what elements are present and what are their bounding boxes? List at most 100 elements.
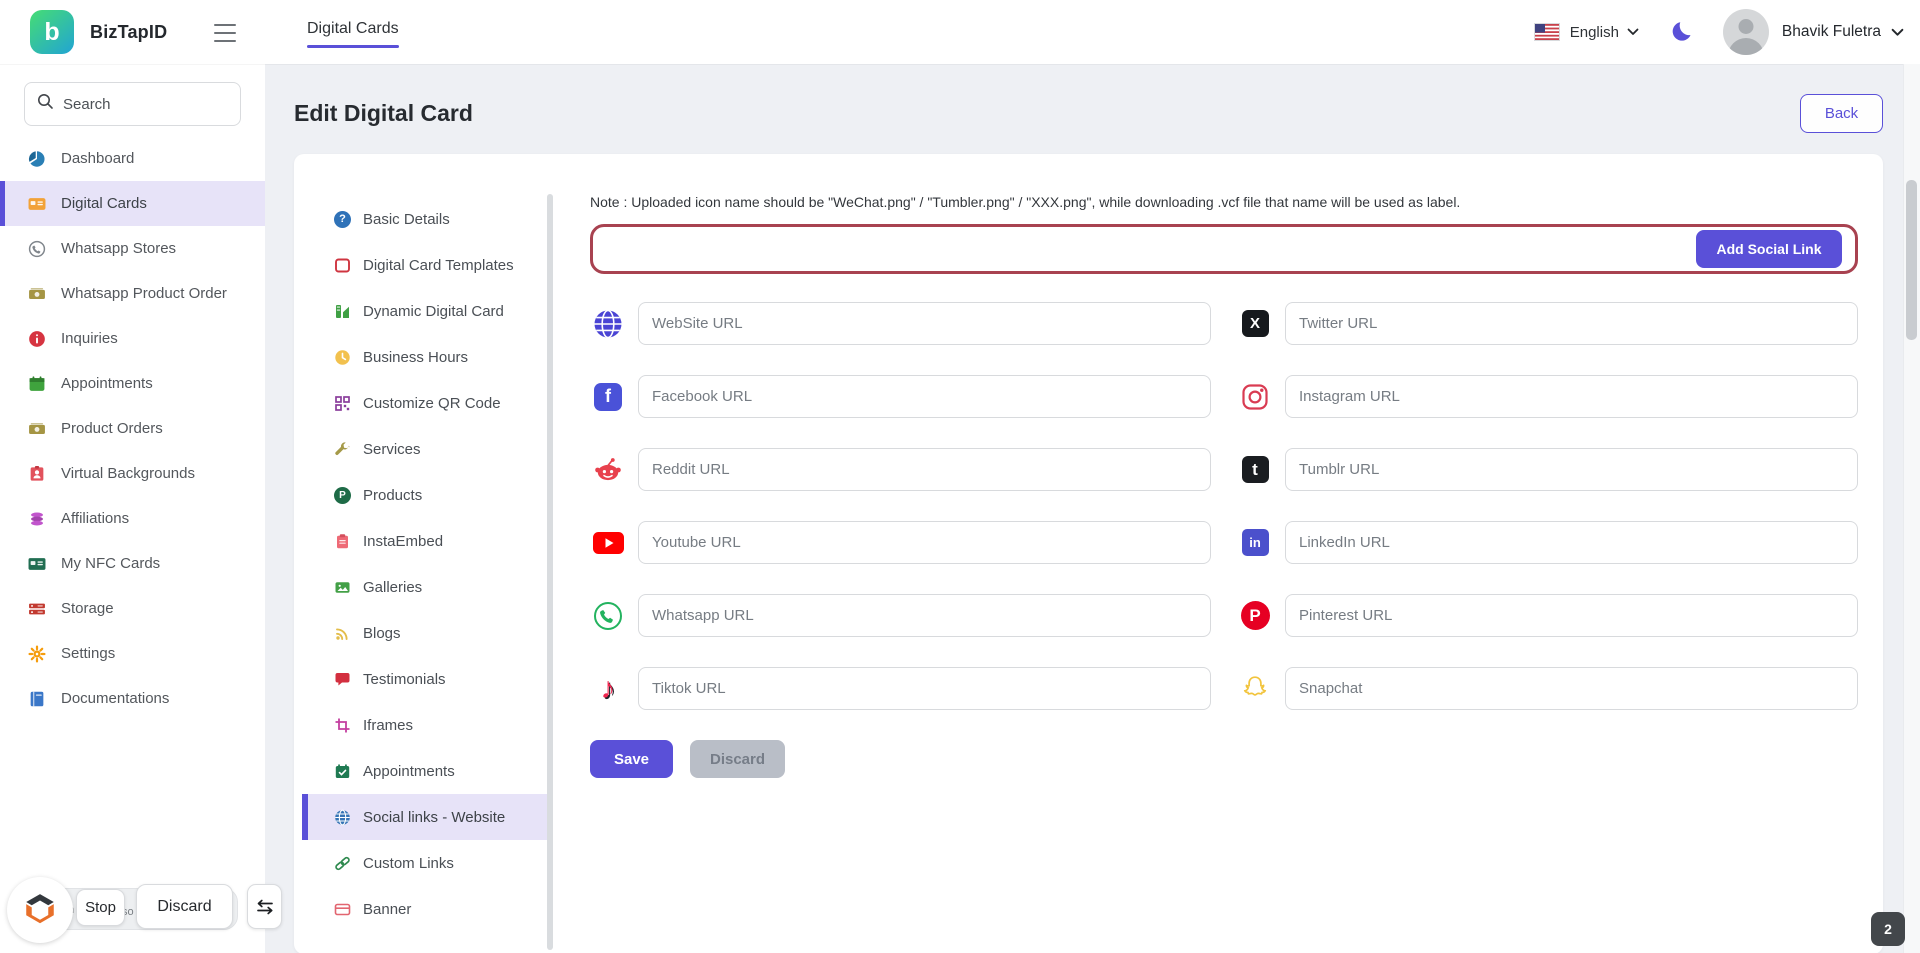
globe-icon (590, 309, 626, 339)
search-input[interactable] (63, 96, 228, 113)
x-twitter-icon: X (1237, 310, 1273, 337)
clock-icon (334, 349, 351, 366)
sidebar-item-label: Virtual Backgrounds (61, 465, 195, 482)
biztapid-logo-icon: b (30, 10, 74, 54)
tab-iframes[interactable]: Iframes (294, 702, 547, 748)
sidebar-item-digital-cards[interactable]: Digital Cards (0, 181, 265, 226)
editor-nav-label: Digital Card Templates (363, 257, 514, 274)
cash-icon (28, 285, 46, 303)
tumblr-icon: t (1237, 456, 1273, 483)
tab-galleries[interactable]: Galleries (294, 564, 547, 610)
whatsapp-url-input[interactable] (638, 594, 1211, 637)
tab-testimonials[interactable]: Testimonials (294, 656, 547, 702)
brand-name: BizTapID (90, 22, 167, 43)
editor-nav-label: Banner (363, 901, 411, 918)
instagram-url-input[interactable] (1285, 375, 1858, 418)
sidebar-item-storage[interactable]: Storage (0, 586, 265, 631)
snapchat-input[interactable] (1285, 667, 1858, 710)
twitter-url-input[interactable] (1285, 302, 1858, 345)
tab-products[interactable]: P Products (294, 472, 547, 518)
pinterest-url-input[interactable] (1285, 594, 1858, 637)
chat-bubble-icon (334, 671, 351, 688)
tab-services[interactable]: Services (294, 426, 547, 472)
recorder-logo-icon[interactable] (7, 877, 73, 943)
sidebar-item-label: Inquiries (61, 330, 118, 347)
tab-business-hours[interactable]: Business Hours (294, 334, 547, 380)
overlay-discard-button[interactable]: Discard (136, 884, 233, 929)
header-right-cluster: English Bhavik Fuletra (1534, 0, 1904, 64)
page-scrollbar-track[interactable] (1903, 64, 1920, 953)
tab-appointments[interactable]: Appointments (294, 748, 547, 794)
top-header: b BizTapID Digital Cards English Bhavik … (0, 0, 1920, 64)
sidebar-item-product-orders[interactable]: Product Orders (0, 406, 265, 451)
sidebar-search[interactable] (24, 82, 241, 126)
linkedin-field: in (1237, 521, 1858, 564)
sidebar-item-documentations[interactable]: Documentations (0, 676, 265, 721)
crop-icon (334, 717, 351, 734)
tab-custom-links[interactable]: Custom Links (294, 840, 547, 886)
sidebar-item-label: Documentations (61, 690, 169, 707)
sidebar-item-affiliations[interactable]: Affiliations (0, 496, 265, 541)
tiktok-url-input[interactable] (638, 667, 1211, 710)
language-selector[interactable]: English (1570, 24, 1619, 41)
book-icon (28, 690, 46, 708)
tumblr-url-input[interactable] (1285, 448, 1858, 491)
tab-customize-qr-code[interactable]: Customize QR Code (294, 380, 547, 426)
rss-icon (334, 625, 351, 642)
linkedin-url-input[interactable] (1285, 521, 1858, 564)
reddit-url-input[interactable] (638, 448, 1211, 491)
dark-mode-moon-icon[interactable] (1669, 20, 1693, 44)
tab-social-links-website[interactable]: Social links - Website (302, 794, 547, 840)
editor-nav-label: Products (363, 487, 422, 504)
save-button[interactable]: Save (590, 740, 673, 778)
discard-button[interactable]: Discard (690, 740, 785, 778)
tab-label: Digital Cards (307, 20, 399, 38)
tab-digital-card-templates[interactable]: Digital Card Templates (294, 242, 547, 288)
person-badge-icon (28, 465, 46, 483)
tab-banner[interactable]: Banner (294, 886, 547, 932)
sidebar-item-whatsapp-product-order[interactable]: Whatsapp Product Order (0, 271, 265, 316)
sidebar-item-my-nfc-cards[interactable]: My NFC Cards (0, 541, 265, 586)
pinterest-field: P (1237, 594, 1858, 637)
sidebar-item-label: Appointments (61, 375, 153, 392)
twitter-field: X (1237, 302, 1858, 345)
storage-icon (28, 600, 46, 618)
id-card-icon (28, 195, 46, 213)
back-button[interactable]: Back (1800, 94, 1883, 133)
sidebar-item-inquiries[interactable]: Inquiries (0, 316, 265, 361)
sidebar-item-dashboard[interactable]: Dashboard (0, 136, 265, 181)
sidebar-item-virtual-backgrounds[interactable]: Virtual Backgrounds (0, 451, 265, 496)
page-scrollbar-thumb[interactable] (1906, 180, 1917, 340)
tab-digital-cards[interactable]: Digital Cards (307, 20, 399, 48)
main-area: Edit Digital Card Back ? Basic Details D… (265, 64, 1920, 953)
website-url-input[interactable] (638, 302, 1211, 345)
cash-icon (28, 420, 46, 438)
chevron-down-icon[interactable] (1891, 28, 1904, 37)
question-icon: ? (334, 211, 351, 228)
left-sidebar: Dashboard Digital Cards Whatsapp Stores … (0, 64, 265, 953)
social-link-name-input[interactable] (605, 229, 1684, 269)
tab-dynamic-digital-card[interactable]: Dynamic Digital Card (294, 288, 547, 334)
sidebar-item-settings[interactable]: Settings (0, 631, 265, 676)
linkedin-icon: in (1237, 529, 1273, 556)
dynamic-card-icon (334, 303, 351, 320)
hamburger-menu-icon[interactable] (214, 24, 238, 42)
whatsapp-icon (28, 240, 46, 258)
editor-nav-label: Business Hours (363, 349, 468, 366)
sidebar-item-appointments[interactable]: Appointments (0, 361, 265, 406)
stop-button[interactable]: Stop (76, 889, 125, 926)
facebook-url-input[interactable] (638, 375, 1211, 418)
user-name[interactable]: Bhavik Fuletra (1782, 23, 1881, 41)
wrench-icon (334, 441, 351, 458)
tab-blogs[interactable]: Blogs (294, 610, 547, 656)
youtube-url-input[interactable] (638, 521, 1211, 564)
chevron-down-icon[interactable] (1627, 28, 1639, 36)
tab-basic-details[interactable]: ? Basic Details (294, 196, 547, 242)
editor-nav-label: Blogs (363, 625, 401, 642)
swap-arrows-icon[interactable] (247, 884, 282, 929)
tab-instaembed[interactable]: InstaEmbed (294, 518, 547, 564)
add-social-link-button[interactable]: Add Social Link (1696, 230, 1842, 268)
globe-icon (334, 809, 351, 826)
sidebar-item-whatsapp-stores[interactable]: Whatsapp Stores (0, 226, 265, 271)
avatar[interactable] (1723, 9, 1769, 55)
